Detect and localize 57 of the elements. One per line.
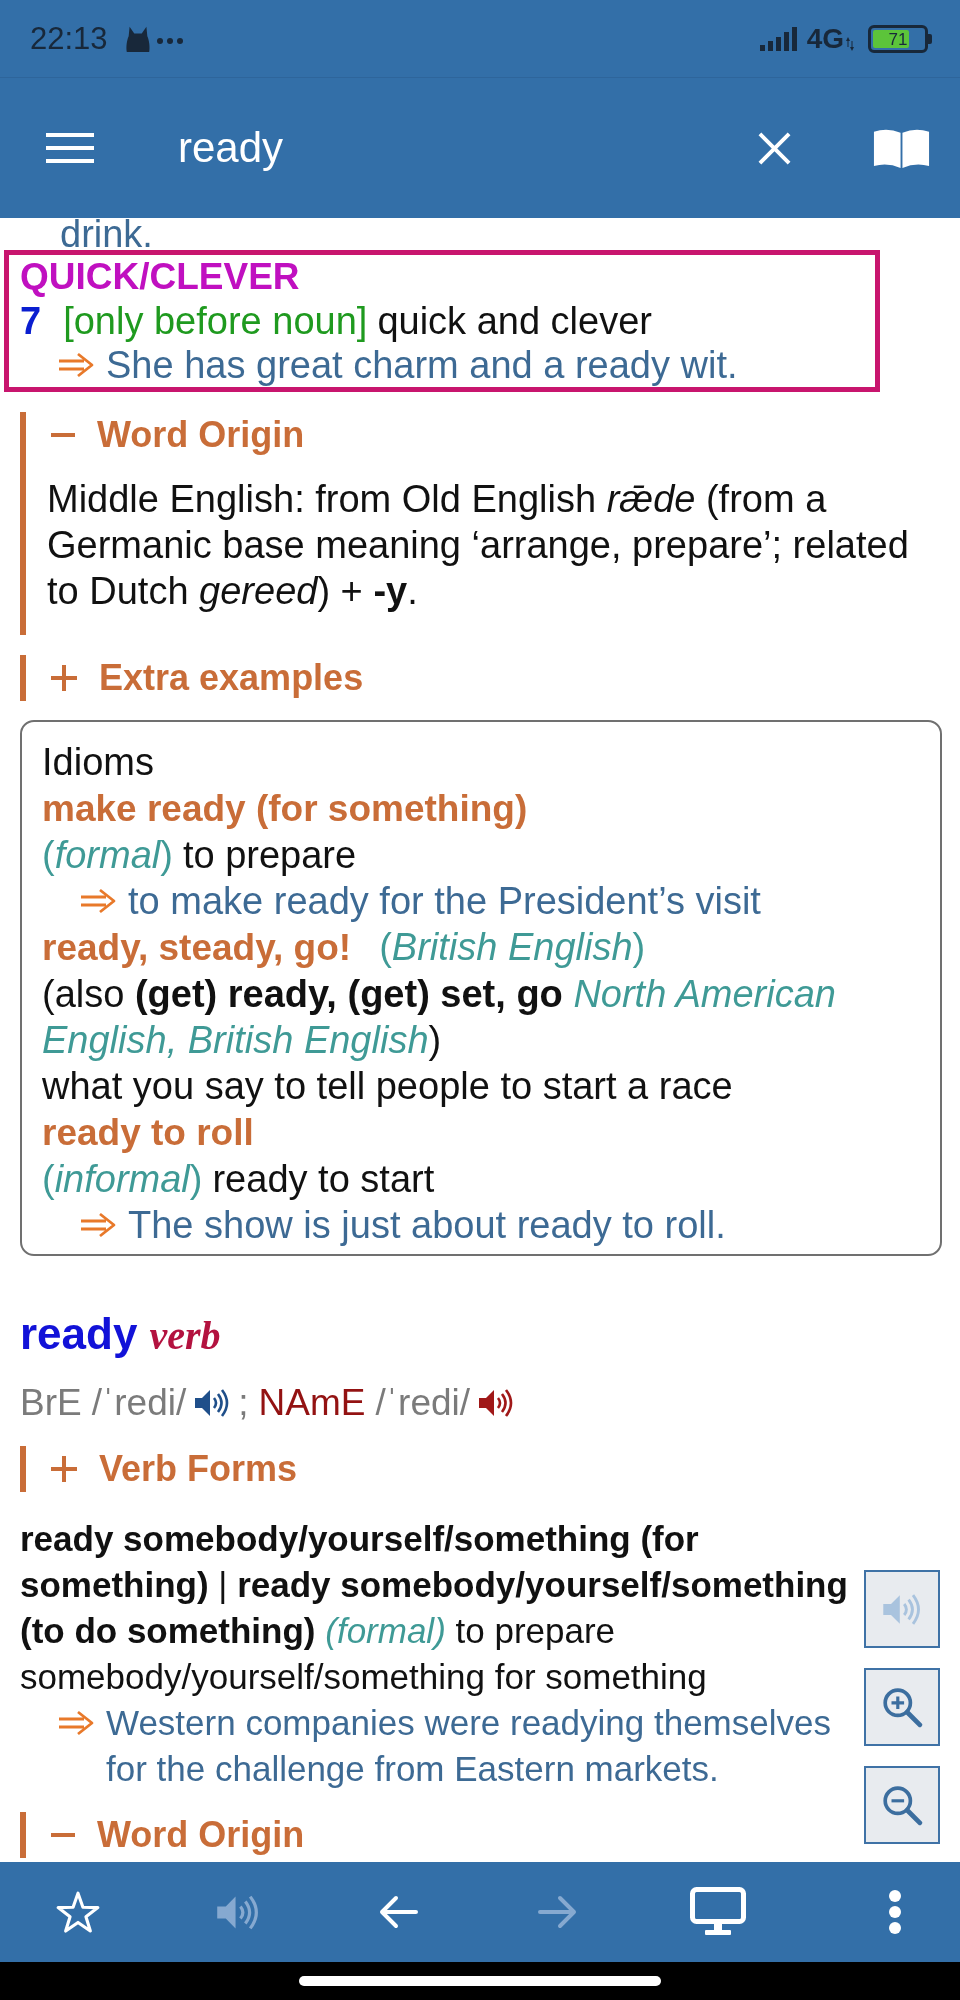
battery-percentage: 71 xyxy=(888,30,908,47)
example-sentence: Western companies were readying themselves for the challenge from Eastern markets. xyxy=(106,1702,832,1790)
dialect-label: NAmE xyxy=(258,1382,366,1424)
more-options-icon[interactable] xyxy=(888,1889,902,1935)
section-toggle[interactable]: Verb Forms xyxy=(47,1446,298,1492)
definition-text: ready somebody/yourself/something (for something) | ready somebody/yourself/something (to do something) (formal) to prepare somebody/yourself/something for something xyxy=(20,1518,849,1698)
zoom-out-icon xyxy=(881,1784,923,1826)
speaker-icon[interactable] xyxy=(478,1388,515,1418)
section-toggle[interactable]: Extra examples xyxy=(47,655,364,701)
grammar-label: [only before noun] xyxy=(63,300,368,342)
example-sentence: drink. xyxy=(60,218,154,250)
register-label: (British English) xyxy=(379,926,646,968)
register-label: (informal) xyxy=(42,1158,203,1200)
sense-number: 7 xyxy=(20,300,42,342)
idiom-phrase: ready, steady, go! xyxy=(42,927,352,968)
more-notifications-icon xyxy=(155,37,184,44)
definition-text: quick and clever xyxy=(377,300,652,342)
back-arrow-icon[interactable] xyxy=(378,1895,418,1929)
zoom-out-button[interactable] xyxy=(864,1766,940,1844)
double-arrow-icon xyxy=(58,352,96,378)
speaker-icon xyxy=(882,1592,922,1626)
star-icon[interactable] xyxy=(55,1890,101,1934)
monitor-icon[interactable] xyxy=(690,1887,746,1937)
idiom-phrase: make ready (for something) xyxy=(42,788,528,829)
status-time: 22:13 xyxy=(30,20,108,57)
speaker-icon[interactable] xyxy=(194,1388,231,1418)
signal-icon xyxy=(759,26,797,51)
definition-text: to prepare xyxy=(182,834,357,876)
section-text: Middle English: from Old English rǣde (from a Germanic base meaning ‘arrange, prepare’; related to Dutch gereed) + -y. xyxy=(47,477,910,614)
zoom-in-button[interactable] xyxy=(864,1668,940,1746)
network-type: 4G xyxy=(806,22,844,55)
menu-icon[interactable] xyxy=(46,133,94,163)
double-arrow-icon xyxy=(58,1710,96,1736)
double-arrow-icon xyxy=(80,1212,118,1238)
phonetic-transcription: /ˈredi/ xyxy=(91,1382,187,1424)
idiom-phrase: ready to roll xyxy=(42,1112,254,1153)
definition-text: ready to start xyxy=(212,1158,435,1200)
section-toggle[interactable]: Word Origin xyxy=(47,412,305,458)
double-arrow-icon xyxy=(80,888,118,914)
pronunciation-separator: ; xyxy=(238,1382,249,1424)
section-toggle[interactable]: Word Origin xyxy=(47,1812,305,1858)
close-icon[interactable] xyxy=(757,130,792,166)
headword: ready xyxy=(20,1308,138,1360)
data-activity-icon xyxy=(846,36,854,51)
panel-title: Idioms xyxy=(42,740,155,785)
example-sentence: The show is just about ready to roll. xyxy=(128,1203,726,1248)
variant-note: (also (get) ready, (get) set, go North American English, British English) xyxy=(42,972,837,1063)
zoom-in-icon xyxy=(881,1686,923,1728)
dialect-label: BrE xyxy=(20,1382,82,1424)
signpost-label: QUICK/CLEVER xyxy=(20,255,301,299)
phonetic-transcription: /ˈredi/ xyxy=(375,1382,471,1424)
example-sentence: to make ready for the President’s visit xyxy=(128,879,761,924)
definition-text: what you say to tell people to start a race xyxy=(42,1065,733,1107)
part-of-speech-label: verb xyxy=(149,1312,221,1360)
example-sentence: She has great charm and a ready wit. xyxy=(106,343,738,387)
book-icon[interactable] xyxy=(873,128,930,168)
register-label: (formal) xyxy=(42,834,173,876)
